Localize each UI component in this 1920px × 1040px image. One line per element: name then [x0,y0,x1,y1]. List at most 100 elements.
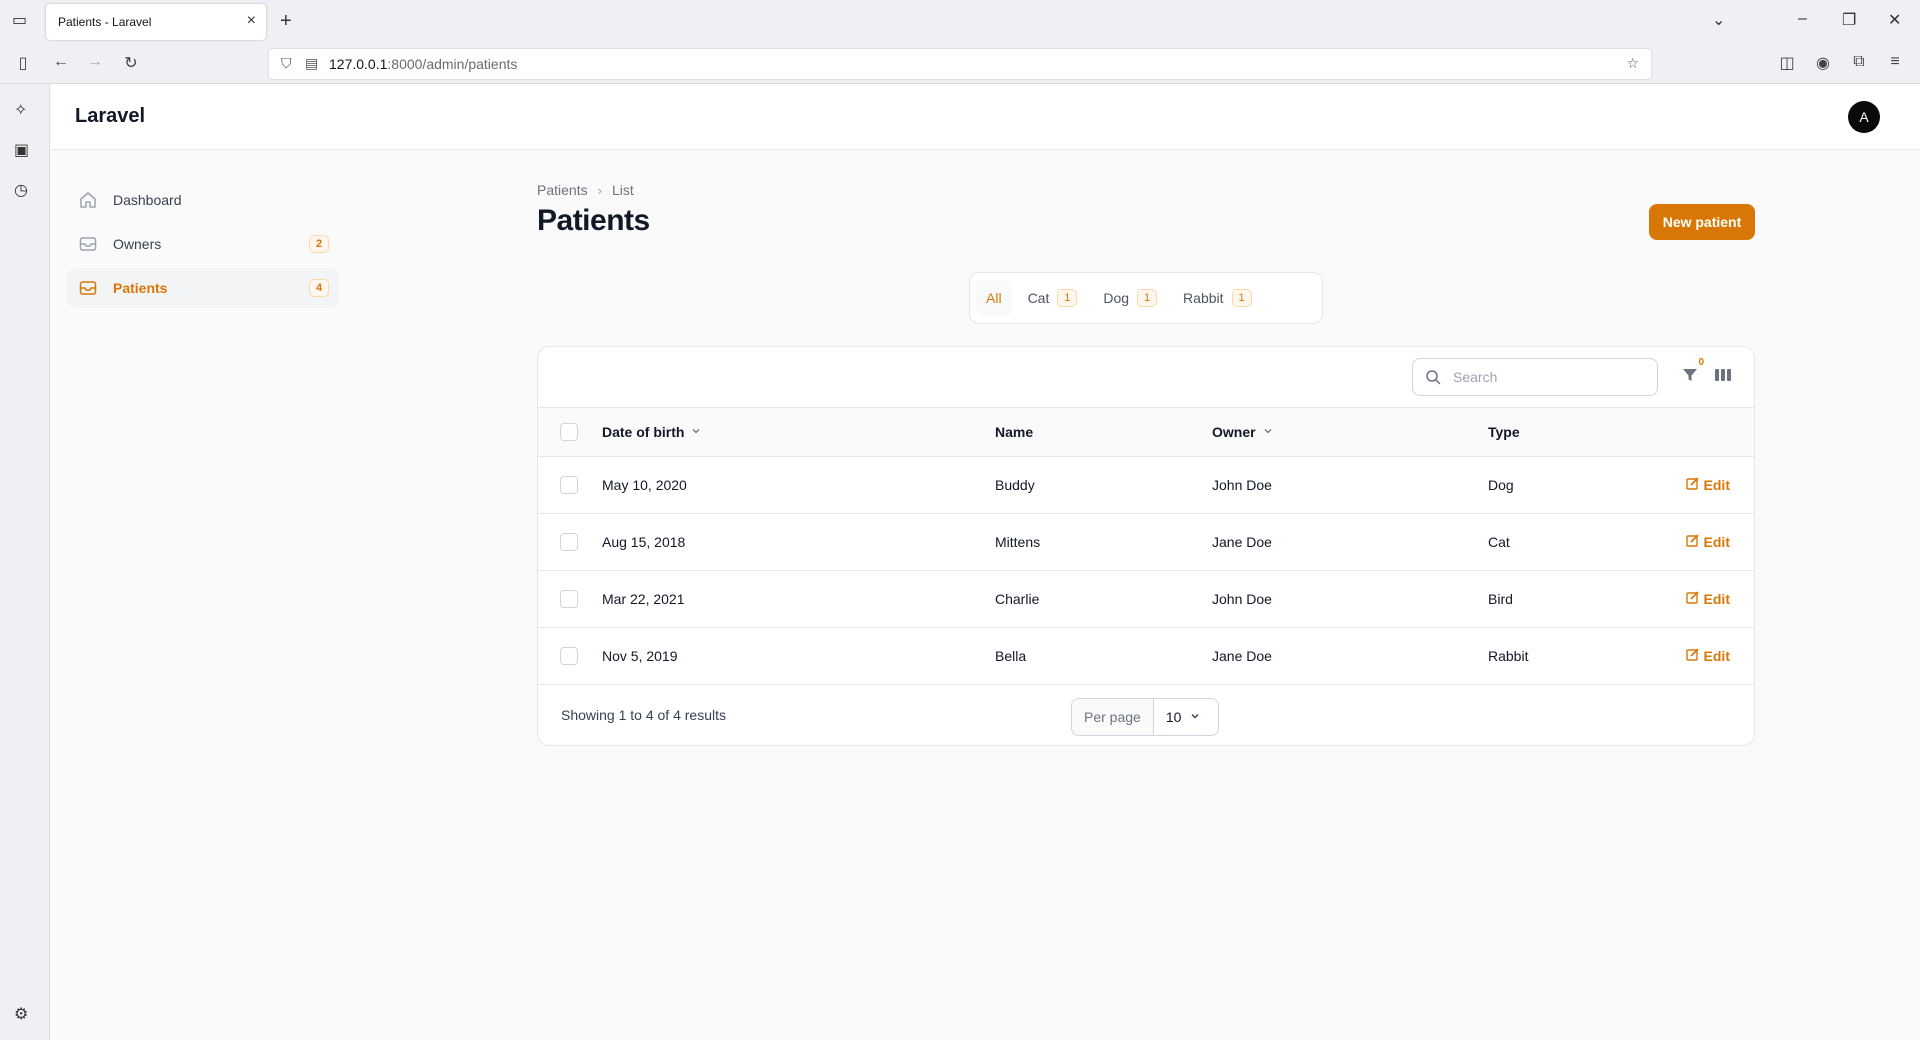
restore-icon[interactable]: ❐ [1842,10,1856,30]
columns-icon[interactable] [1714,367,1732,388]
tab-label: All [986,290,1002,306]
tab-dog[interactable]: Dog 1 [1093,280,1167,316]
edit-icon [1685,533,1700,550]
new-patient-button[interactable]: New patient [1649,204,1755,240]
sidebar-item-owners[interactable]: Owners 2 [67,224,339,264]
patients-table: Search 0 Date of birth Name Owner Type M… [537,346,1755,746]
cell-name: Buddy [995,477,1035,493]
row-checkbox[interactable] [560,533,578,551]
table-header: Date of birth Name Owner Type [538,408,1754,457]
close-window-icon[interactable]: ✕ [1888,10,1901,30]
edit-button[interactable]: Edit [1685,476,1730,493]
app-root: Laravel A Dashboard Owners 2 Patients 4 … [51,84,1920,1040]
brand-logo[interactable]: Laravel [75,105,145,128]
table-row: May 10, 2020 Buddy John Doe Dog Edit [538,457,1754,514]
history-icon[interactable]: ◷ [14,180,28,200]
menu-icon[interactable]: ≡ [1884,53,1906,71]
tab-label: Rabbit [1183,290,1224,306]
search-input[interactable]: Search [1412,358,1658,396]
close-tab-icon[interactable]: × [247,12,256,30]
settings-gear-icon[interactable]: ⚙ [14,1004,28,1024]
breadcrumb: Patients › List [537,180,1755,200]
column-header-owner[interactable]: Owner [1212,424,1274,440]
column-label: Date of birth [602,424,685,440]
reload-icon[interactable]: ↻ [120,53,142,73]
home-icon [77,189,99,211]
cell-owner: Jane Doe [1212,534,1272,550]
edit-button[interactable]: Edit [1685,647,1730,664]
sidebar-item-label: Patients [113,280,168,296]
browser-sidebar-strip: ✧ ▣ ◷ ⚙ [0,84,50,1040]
edit-label: Edit [1703,533,1730,550]
browser-tab[interactable]: Patients - Laravel × [46,4,266,40]
pocket-icon[interactable]: ◫ [1776,53,1798,73]
table-row: Mar 22, 2021 Charlie John Doe Bird Edit [538,571,1754,628]
shield-icon[interactable]: ⛉ [281,55,292,72]
row-checkbox[interactable] [560,590,578,608]
filter-icon[interactable] [1682,367,1698,388]
column-label: Type [1488,424,1520,440]
url-host: 127.0.0.1 [329,56,388,72]
bookmark-star-icon[interactable]: ☆ [1626,55,1639,72]
select-all-checkbox[interactable] [560,423,578,441]
edit-icon [1685,476,1700,493]
search-icon [1425,369,1441,388]
filter-tabs: All Cat 1 Dog 1 Rabbit 1 [969,272,1323,324]
url-path: :8000/admin/patients [387,56,518,72]
inbox-icon [77,233,99,255]
tab-rabbit[interactable]: Rabbit 1 [1173,280,1261,316]
table-toolbar: Search 0 [538,347,1754,408]
tab-count-badge: 1 [1231,289,1252,307]
breadcrumb-link[interactable]: Patients [537,182,588,198]
per-page-label: Per page [1072,699,1154,735]
search-placeholder: Search [1453,369,1498,385]
tab-all[interactable]: All [976,280,1012,316]
new-tab-icon[interactable]: + [280,10,292,33]
cell-dob: Nov 5, 2019 [602,648,678,664]
tab-overflow-chevron-icon[interactable]: ⌄ [1712,10,1725,30]
cell-dob: Mar 22, 2021 [602,591,685,607]
ai-sparkle-icon[interactable]: ✧ [14,100,27,120]
column-header-name: Name [995,424,1033,440]
sidebar-toggle-icon[interactable]: ▯ [12,53,34,73]
user-avatar[interactable]: A [1848,101,1880,133]
row-checkbox[interactable] [560,476,578,494]
column-header-type: Type [1488,424,1520,440]
cell-name: Charlie [995,591,1040,607]
page-info-icon[interactable]: ▤ [305,55,318,72]
filter-count-badge: 0 [1698,357,1704,368]
url-bar[interactable]: ⛉ ▤ 127.0.0.1 :8000/admin/patients ☆ [268,48,1652,80]
edit-label: Edit [1703,476,1730,493]
forward-icon[interactable]: → [84,53,106,71]
table-row: Aug 15, 2018 Mittens Jane Doe Cat Edit [538,514,1754,571]
tab-label: Cat [1027,290,1050,306]
cell-type: Rabbit [1488,648,1529,664]
row-checkbox[interactable] [560,647,578,665]
synced-tabs-icon[interactable]: ▣ [14,140,29,160]
account-icon[interactable]: ◉ [1812,53,1834,73]
cell-type: Dog [1488,477,1514,493]
main-content: Patients › List Patients New patient All… [537,180,1755,746]
tab-cat[interactable]: Cat 1 [1018,280,1088,316]
chevron-down-icon [1262,424,1274,440]
edit-button[interactable]: Edit [1685,533,1730,550]
sidebar-nav: Dashboard Owners 2 Patients 4 [67,180,339,312]
tab-list-icon[interactable]: ▭ [12,10,27,30]
per-page-select[interactable]: Per page 10 [1071,698,1219,736]
column-label: Owner [1212,424,1256,440]
edit-button[interactable]: Edit [1685,590,1730,607]
minimize-icon[interactable]: – [1798,10,1807,28]
breadcrumb-current: List [611,182,634,198]
cell-type: Cat [1488,534,1510,550]
table-row: Nov 5, 2019 Bella Jane Doe Rabbit Edit [538,628,1754,685]
sidebar-item-patients[interactable]: Patients 4 [67,268,339,308]
tab-label: Dog [1103,290,1130,306]
column-header-dob[interactable]: Date of birth [602,424,702,440]
sidebar-item-dashboard[interactable]: Dashboard [67,180,339,220]
browser-navbar: ▯ ← → ↻ ⛉ ▤ 127.0.0.1 :8000/admin/patien… [0,44,1920,84]
page-title: Patients [537,204,650,237]
extensions-icon[interactable]: ⧉ [1848,53,1870,71]
chevron-down-icon [690,424,702,440]
edit-label: Edit [1703,647,1730,664]
back-icon[interactable]: ← [50,53,72,71]
